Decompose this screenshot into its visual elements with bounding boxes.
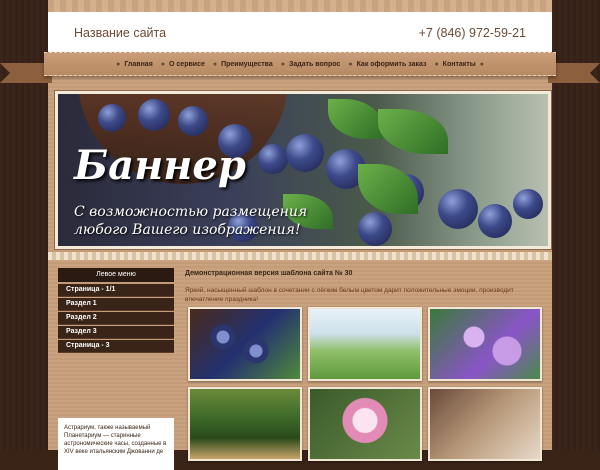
nav-item-ask[interactable]: ● Задать вопрос [281,61,341,68]
menu-item-section-2[interactable]: Раздел 2 [58,312,174,325]
berry [438,189,478,229]
nav-item-label: Преимущества [221,60,273,68]
bullet-icon: ● [116,60,121,68]
sidebar-heading: Левое меню [58,268,174,282]
berry [513,189,543,219]
bullet-icon: ● [479,60,484,68]
site-header: Название сайта +7 (846) 972-59-21 [48,0,552,52]
menu-item-page-3[interactable]: Страница - 3 [58,340,174,353]
berry [138,99,170,131]
berry [258,144,288,174]
nav-item-label: Контакты [442,60,476,68]
nav-item-label: Главная [124,60,153,68]
sidebar-text: Астрариум, также называемый Планетариум … [58,418,174,470]
menu-item-section-1[interactable]: Раздел 1 [58,298,174,311]
bullet-icon: ● [348,60,353,68]
nav-item-contacts[interactable]: ● Контакты ● [434,61,483,68]
site-name[interactable]: Название сайта [74,26,166,40]
nav-item-advantages[interactable]: ● Преимущества [213,61,273,68]
gallery-thumb[interactable] [428,307,542,381]
image-gallery [188,307,542,461]
nav-item-order[interactable]: ● Как оформить заказ [348,61,426,68]
content-text: Яркий, насыщенный шаблон в сочетании с л… [185,287,514,303]
banner-subtitle: С возможностью размещения [74,204,308,220]
header-top-edge [48,0,552,12]
bullet-icon: ● [280,60,285,68]
banner-title: Баннер [74,142,246,189]
nav-item-about[interactable]: ● О сервисе [161,61,205,68]
main-nav: ● Главная ● О сервисе ● Преимущества ● Задат… [44,52,556,76]
paper-divider [48,252,552,260]
gallery-thumb[interactable] [188,307,302,381]
bullet-icon: ● [212,60,218,68]
content-title: Демонстрационная версия шаблона сайта № … [185,270,353,277]
bullet-icon: ● [160,60,166,68]
menu-item-page-1-1[interactable]: Страница - 1/1 [58,284,174,297]
nav-item-label: О сервисе [169,60,205,68]
bullet-icon: ● [434,60,439,68]
banner[interactable]: Баннер С возможностью размещения любого … [55,91,551,249]
left-menu: Страница - 1/1 Раздел 1 Раздел 2 Раздел … [58,284,174,354]
nav-item-label: Как оформить заказ [356,60,427,68]
banner-subtitle: любого Вашего изображения! [74,222,301,238]
berry [358,212,392,246]
berry [98,104,126,132]
berry [178,106,208,136]
berry [478,204,512,238]
nav-item-home[interactable]: ● Главная [116,61,153,68]
gallery-thumb[interactable] [308,307,422,381]
berry [286,134,324,172]
left-sidebar: Левое меню Страница - 1/1 Раздел 1 Разде… [58,268,174,470]
nav-item-label: Задать вопрос [288,60,341,68]
menu-item-section-3[interactable]: Раздел 3 [58,326,174,339]
site-phone: +7 (846) 972-59-21 [418,26,526,40]
